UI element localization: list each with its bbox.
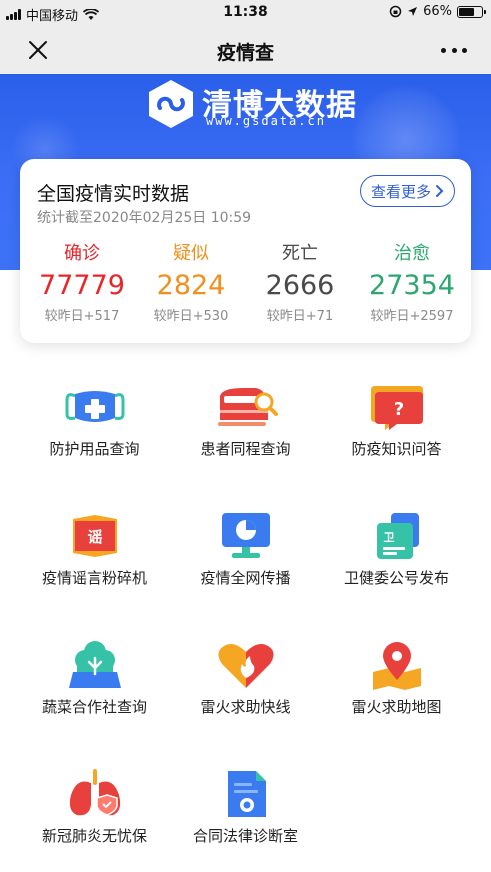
service-fire-help-map[interactable]: 雷火求助地图 <box>315 630 478 740</box>
service-knowledge-qa[interactable]: ? 防疫知识问答 <box>315 372 478 482</box>
service-label: 患者同程查询 <box>200 440 291 458</box>
nav-bar: 疫情查 <box>0 26 491 74</box>
fire-heart-icon <box>217 644 274 688</box>
stat-label: 确诊 <box>64 243 100 264</box>
service-label: 疫情全网传播 <box>200 569 291 587</box>
rotation-lock-icon <box>389 5 402 18</box>
stat-value: 77779 <box>39 270 125 301</box>
stat-delta: 较昨日+2597 <box>370 309 454 324</box>
vegetable-cloud-icon <box>68 641 121 688</box>
stat-label: 死亡 <box>282 243 318 264</box>
battery-fill <box>459 7 474 16</box>
view-more-label: 查看更多 <box>370 182 431 201</box>
stat-delta: 较昨日+530 <box>153 309 229 324</box>
epidemic-data-card: 全国疫情实时数据 统计截至2020年02月25日 10:59 查看更多 确诊 7… <box>20 159 471 343</box>
stat-suspected: 疑似 2824 较昨日+530 <box>135 239 247 324</box>
battery-icon <box>457 5 486 18</box>
service-label: 防护用品查询 <box>49 440 140 458</box>
chevron-right-icon <box>436 185 444 197</box>
question-chat-icon: ? <box>370 386 423 430</box>
svg-text:?: ? <box>393 399 403 420</box>
publish-doc-icon: 卫 <box>376 513 419 559</box>
service-fire-hotline[interactable]: 雷火求助快线 <box>164 630 327 740</box>
lungs-shield-icon <box>69 769 120 816</box>
stats-row: 确诊 77779 较昨日+517 疑似 2824 较昨日+530 死亡 2666… <box>20 239 471 324</box>
service-label: 雷火求助地图 <box>351 698 442 716</box>
stat-label: 疑似 <box>173 243 209 264</box>
service-mask-query[interactable]: 防护用品查询 <box>13 372 176 482</box>
location-icon <box>408 7 418 16</box>
brand-url: www.gsdata.cn <box>206 114 326 128</box>
service-pneumonia-insurance[interactable]: 新冠肺炎无忧保 <box>13 759 176 869</box>
battery-percent: 66% <box>423 4 452 19</box>
stat-label: 治愈 <box>394 243 430 264</box>
contract-doc-icon <box>227 771 266 817</box>
card-title: 全国疫情实时数据 <box>37 183 190 205</box>
service-network-spread[interactable]: 疫情全网传播 <box>164 501 327 611</box>
status-right: 66% <box>389 4 486 19</box>
more-options-icon[interactable] <box>441 40 467 60</box>
stat-delta: 较昨日+517 <box>44 309 120 324</box>
status-bar: 中国移动 11:38 66% <box>0 0 491 26</box>
stat-deaths: 死亡 2666 较昨日+71 <box>244 239 356 324</box>
stat-value: 2666 <box>265 270 335 301</box>
service-label: 蔬菜合作社查询 <box>41 698 147 716</box>
view-more-button[interactable]: 查看更多 <box>359 175 455 207</box>
brand-logo-icon <box>149 80 193 128</box>
stat-recovered: 治愈 27354 较昨日+2597 <box>356 239 468 324</box>
service-label: 雷火求助快线 <box>200 698 291 716</box>
stat-confirmed: 确诊 77779 较昨日+517 <box>26 239 138 324</box>
monitor-chart-icon <box>221 513 270 558</box>
service-label: 合同法律诊断室 <box>192 827 298 845</box>
mask-icon <box>65 391 124 422</box>
map-pin-icon <box>372 642 421 690</box>
service-label: 新冠肺炎无忧保 <box>41 827 147 845</box>
train-search-icon <box>217 388 278 426</box>
stat-delta: 较昨日+71 <box>266 309 334 324</box>
page-title: 疫情查 <box>216 42 274 64</box>
service-health-commission-publish[interactable]: 卫 卫健委公号发布 <box>315 501 478 611</box>
service-label: 防疫知识问答 <box>351 440 442 458</box>
service-label: 疫情谣言粉碎机 <box>41 569 147 587</box>
stat-value: 2824 <box>156 270 226 301</box>
service-contract-law-clinic[interactable]: 合同法律诊断室 <box>164 759 327 869</box>
stat-value: 27354 <box>369 270 455 301</box>
service-vegetable-coop[interactable]: 蔬菜合作社查询 <box>13 630 176 740</box>
card-update-time: 统计截至2020年02月25日 10:59 <box>37 210 252 226</box>
service-rumor-crusher[interactable]: 谣 疫情谣言粉碎机 <box>13 501 176 611</box>
svg-text:谣: 谣 <box>87 528 102 546</box>
service-label: 卫健委公号发布 <box>343 569 449 587</box>
service-patient-trip-query[interactable]: 患者同程查询 <box>164 372 327 482</box>
svg-text:卫: 卫 <box>383 531 394 544</box>
rumor-book-icon: 谣 <box>72 515 117 557</box>
